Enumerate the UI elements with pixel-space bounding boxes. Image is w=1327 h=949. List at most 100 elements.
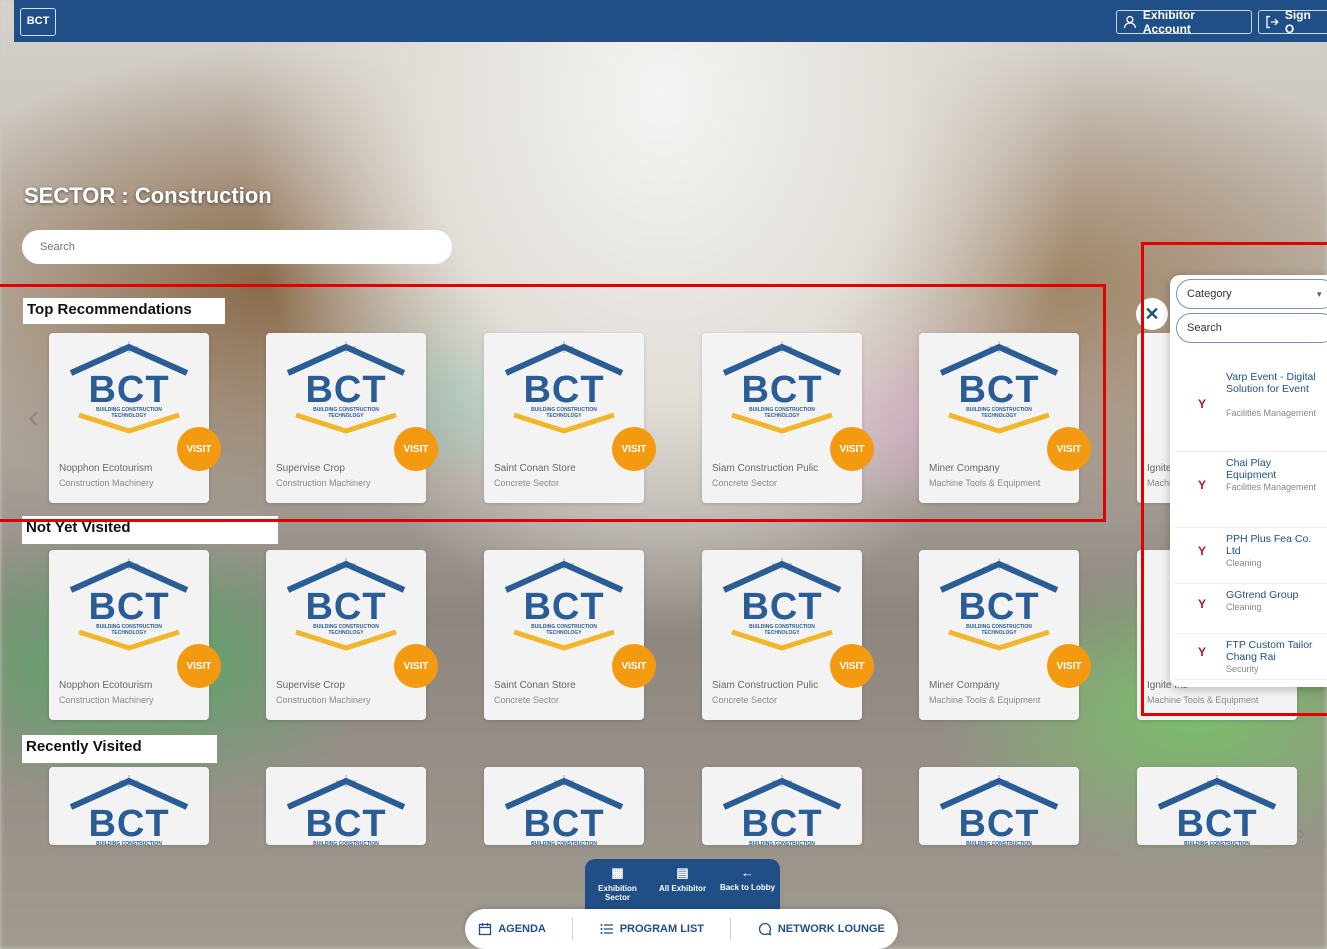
logo-brand-text: BCT	[305, 803, 387, 845]
logo-subtitle-text: BUILDING CONSTRUCTION TECHNOLOGY	[96, 841, 162, 845]
exhibitor-logo: BCT BUILDING CONSTRUCTION TECHNOLOGY	[712, 339, 852, 439]
bottom-action-bar: AGENDA PROGRAM LIST NETWORK LOUNGE	[465, 909, 898, 949]
exhibitor-logo: BCT BUILDING CONSTRUCTION TECHNOLOGY	[494, 339, 634, 439]
arrow-left-icon: ←	[741, 865, 754, 880]
sign-out-label: Sign O	[1284, 8, 1311, 36]
exhibitor-category: Machine Tools & Equipment	[929, 695, 1041, 705]
sector-title: SECTOR : Construction	[24, 183, 272, 208]
list-icon	[600, 924, 613, 934]
category-dropdown[interactable]: Category ▾	[1176, 279, 1327, 309]
exhibitor-y-logo-icon: Y	[1197, 645, 1206, 659]
agenda-label: AGENDA	[498, 923, 546, 935]
chat-icon	[758, 922, 772, 936]
all-exhibitor-button[interactable]: ▤ All Exhibitor	[650, 859, 715, 911]
exhibitor-logo: BCT BUILDING CONSTRUCTION TECHNOLOGY	[929, 339, 1069, 439]
visit-button[interactable]: VISIT	[394, 427, 438, 471]
visit-button[interactable]: VISIT	[177, 427, 221, 471]
exhibitor-logo: BCT BUILDING CONSTRUCTION TECHNOLOGY	[59, 556, 199, 656]
exhibitor-card[interactable]: BCT BUILDING CONSTRUCTION TECHNOLOGY VIS…	[49, 550, 221, 720]
exhibitor-category: Construction Machinery	[276, 695, 371, 705]
exhibitor-card[interactable]: BCT BUILDING CONSTRUCTION TECHNOLOGY	[919, 767, 1079, 845]
divider	[572, 918, 574, 940]
logo-subtitle-text: BUILDING CONSTRUCTION TECHNOLOGY	[96, 624, 162, 636]
not-yet-visited-heading: Not Yet Visited	[22, 516, 278, 544]
side-exhibitor-item[interactable]: Y PPH Plus Fea Co. Ltd Cleaning	[1174, 529, 1327, 584]
bct-logo[interactable]: BCT	[20, 8, 56, 36]
exhibitor-name: Supervise Crop	[276, 463, 345, 474]
visit-button[interactable]: VISIT	[177, 644, 221, 688]
exhibitor-account-button[interactable]: Exhibitor Account	[1116, 8, 1252, 36]
visit-button[interactable]: VISIT	[830, 427, 874, 471]
logo-brand-text: BCT	[958, 586, 1040, 628]
exhibitor-logo: BCT BUILDING CONSTRUCTION TECHNOLOGY	[276, 556, 416, 656]
logo-subtitle-text: BUILDING CONSTRUCTION TECHNOLOGY	[749, 841, 815, 845]
logo-brand-text: BCT	[958, 803, 1040, 845]
exhibition-sector-button[interactable]: ▦ Exhibition Sector	[585, 859, 650, 911]
back-to-lobby-button[interactable]: ← Back to Lobby	[715, 859, 780, 911]
exhibitor-card[interactable]: BCT BUILDING CONSTRUCTION TECHNOLOGY	[1137, 767, 1297, 845]
exhibitor-card[interactable]: BCT BUILDING CONSTRUCTION TECHNOLOGY	[702, 767, 862, 845]
visit-button[interactable]: VISIT	[1047, 644, 1091, 688]
exhibitor-card[interactable]: BCT BUILDING CONSTRUCTION TECHNOLOGY VIS…	[266, 333, 438, 503]
exhibitor-logo: BCT BUILDING CONSTRUCTION TECHNOLOGY	[276, 773, 416, 845]
visit-button[interactable]: VISIT	[1047, 427, 1091, 471]
logo-brand-text: BCT	[523, 586, 605, 628]
side-exhibitor-item[interactable]: Y FTP Custom Tailor Chang Rai Security	[1174, 635, 1327, 680]
exhibitor-category: Machine Tools & Equipment	[1147, 695, 1259, 705]
visit-button[interactable]: VISIT	[612, 644, 656, 688]
exhibitor-logo: BCT BUILDING CONSTRUCTION TECHNOLOGY	[712, 556, 852, 656]
visit-button[interactable]: VISIT	[612, 427, 656, 471]
carousel-next-arrow[interactable]: ›	[1298, 820, 1305, 846]
exhibitor-card[interactable]: BCT BUILDING CONSTRUCTION TECHNOLOGY	[266, 767, 426, 845]
store-icon: ▤	[676, 865, 689, 880]
visit-button[interactable]: VISIT	[394, 644, 438, 688]
logo-brand-text: BCT	[741, 369, 823, 411]
top-navigation-bar: BCT Exhibitor Account Sign O	[14, 0, 1327, 42]
exhibitor-card[interactable]: BCT BUILDING CONSTRUCTION TECHNOLOGY VIS…	[702, 333, 874, 503]
visit-button[interactable]: VISIT	[830, 644, 874, 688]
exhibitor-card[interactable]: BCT BUILDING CONSTRUCTION TECHNOLOGY VIS…	[919, 550, 1091, 720]
side-search-label: Search	[1187, 322, 1222, 334]
sign-out-button[interactable]: Sign O	[1258, 8, 1327, 36]
logo-subtitle-text: BUILDING CONSTRUCTION TECHNOLOGY	[749, 407, 815, 419]
program-list-button[interactable]: PROGRAM LIST	[600, 922, 704, 936]
exhibitor-y-logo-icon: Y	[1197, 597, 1206, 611]
exhibitor-name: Saint Conan Store	[494, 463, 576, 474]
exhibition-sector-label: Exhibition Sector	[598, 884, 637, 902]
logo-subtitle-text: BUILDING CONSTRUCTION TECHNOLOGY	[749, 624, 815, 636]
side-exhibitor-item[interactable]: Y Chai Play Equipment Facilities Managem…	[1174, 453, 1327, 528]
exhibitor-category: Construction Machinery	[59, 478, 154, 488]
exhibitor-card[interactable]: BCT BUILDING CONSTRUCTION TECHNOLOGY	[484, 767, 644, 845]
exhibitor-name: Miner Company	[929, 463, 1000, 474]
side-exhibitor-item[interactable]: Y Varp Event - Digital Solution for Even…	[1174, 367, 1327, 452]
exhibitor-card[interactable]: BCT BUILDING CONSTRUCTION TECHNOLOGY VIS…	[484, 333, 656, 503]
side-exhibitor-name: Varp Event - Digital Solution for Event	[1226, 371, 1316, 395]
grid-icon: ▦	[611, 865, 624, 880]
exhibitor-category: Construction Machinery	[59, 695, 154, 705]
close-panel-button[interactable]: ✕	[1136, 298, 1168, 330]
exhibitor-name: Siam Construction Pulic	[712, 680, 819, 691]
exhibitor-card[interactable]: BCT BUILDING CONSTRUCTION TECHNOLOGY	[49, 767, 209, 845]
exhibitor-card[interactable]: BCT BUILDING CONSTRUCTION TECHNOLOGY VIS…	[49, 333, 221, 503]
exhibitor-logo: BCT BUILDING CONSTRUCTION TECHNOLOGY	[712, 773, 852, 845]
top-recommendations-heading: Top Recommendations	[23, 298, 225, 324]
side-exhibitor-category: Facilities Management	[1226, 408, 1317, 418]
exhibitor-account-label: Exhibitor Account	[1142, 8, 1195, 36]
logo-brand-text: BCT	[958, 369, 1040, 411]
logo-subtitle-text: BUILDING CONSTRUCTION TECHNOLOGY	[96, 407, 162, 419]
exhibitor-card[interactable]: BCT BUILDING CONSTRUCTION TECHNOLOGY VIS…	[702, 550, 874, 720]
logo-brand-text: BCT	[523, 369, 605, 411]
exhibitor-name: Supervise Crop	[276, 680, 345, 691]
agenda-button[interactable]: AGENDA	[478, 922, 546, 936]
exhibitor-card[interactable]: BCT BUILDING CONSTRUCTION TECHNOLOGY VIS…	[266, 550, 438, 720]
logo-subtitle-text: BUILDING CONSTRUCTION TECHNOLOGY	[531, 407, 597, 419]
side-search-input[interactable]: Search	[1176, 313, 1327, 343]
exhibitor-search-input[interactable]	[22, 230, 452, 264]
exhibitor-card[interactable]: BCT BUILDING CONSTRUCTION TECHNOLOGY VIS…	[484, 550, 656, 720]
network-lounge-button[interactable]: NETWORK LOUNGE	[758, 922, 885, 936]
side-exhibitor-item[interactable]: Y GGtrend Group Cleaning	[1174, 585, 1327, 634]
carousel-prev-arrow[interactable]: ‹	[28, 614, 39, 653]
logo-brand-text: BCT	[1176, 803, 1258, 845]
exhibitor-card[interactable]: BCT BUILDING CONSTRUCTION TECHNOLOGY VIS…	[919, 333, 1091, 503]
carousel-prev-arrow[interactable]: ‹	[28, 398, 39, 437]
